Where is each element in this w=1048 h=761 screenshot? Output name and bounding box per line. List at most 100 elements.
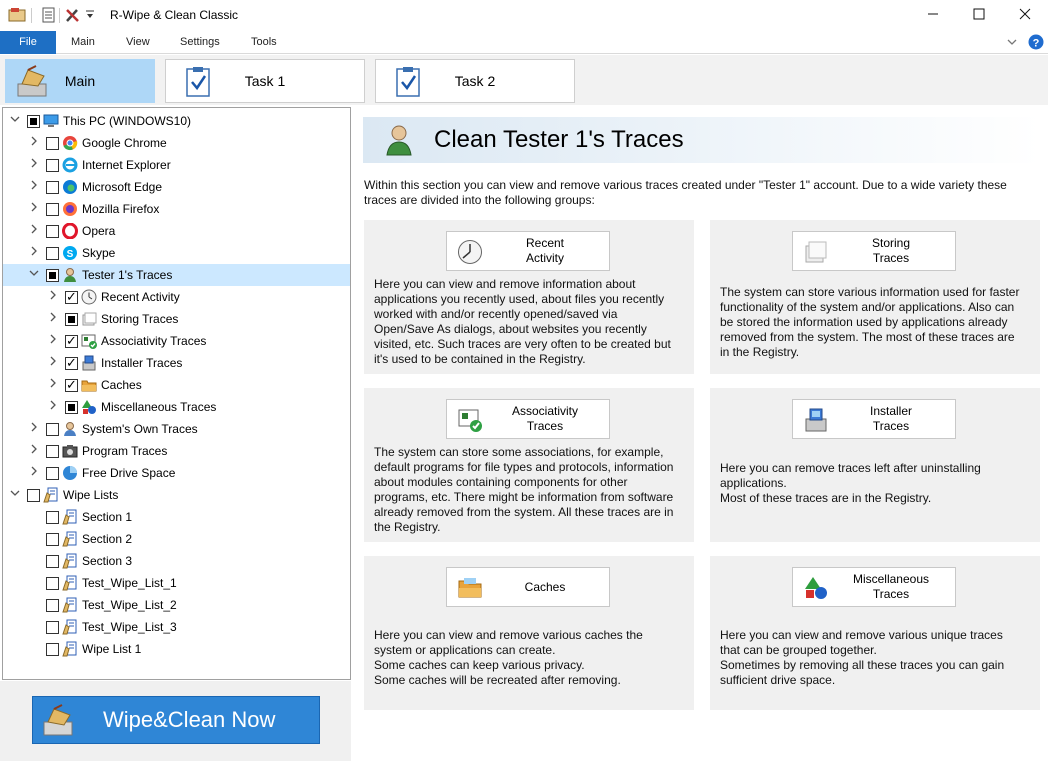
tree-item[interactable]: Wipe List 1 <box>3 638 350 660</box>
tree-checkbox[interactable] <box>46 555 59 568</box>
tree-collapse-chevron-icon[interactable] <box>9 488 21 502</box>
tree-checkbox[interactable] <box>46 643 59 656</box>
tree-checkbox[interactable] <box>46 247 59 260</box>
tree-expand-chevron-icon[interactable] <box>28 158 40 172</box>
tree-expand-chevron-icon[interactable] <box>28 136 40 150</box>
menu-file[interactable]: File <box>0 31 56 54</box>
tree-collapse-chevron-icon[interactable] <box>9 114 21 128</box>
tree-item[interactable]: Section 1 <box>3 506 350 528</box>
tree-checkbox[interactable] <box>46 577 59 590</box>
tree-item[interactable]: Section 3 <box>3 550 350 572</box>
user-icon <box>385 124 413 156</box>
tree-item[interactable]: Free Drive Space <box>3 462 350 484</box>
tree-item[interactable]: Opera <box>3 220 350 242</box>
tree-item[interactable]: Test_Wipe_List_2 <box>3 594 350 616</box>
tree-item[interactable]: Mozilla Firefox <box>3 198 350 220</box>
tree-item[interactable]: Google Chrome <box>3 132 350 154</box>
tree-expand-chevron-icon[interactable] <box>28 422 40 436</box>
menu-settings[interactable]: Settings <box>168 31 232 54</box>
close-button[interactable] <box>1002 0 1048 31</box>
tools-icon[interactable] <box>64 7 82 23</box>
maximize-button[interactable] <box>956 0 1002 31</box>
tree-collapse-chevron-icon[interactable] <box>28 268 40 282</box>
tree-checkbox[interactable] <box>46 423 59 436</box>
tree-expand-chevron-icon[interactable] <box>28 224 40 238</box>
tree-checkbox[interactable] <box>27 489 40 502</box>
tree-expand-chevron-icon[interactable] <box>47 378 59 392</box>
tree-item-label: Test_Wipe_List_1 <box>82 576 177 590</box>
associativity-traces-button[interactable]: Associativity Traces <box>446 399 610 439</box>
tree-checkbox[interactable] <box>65 377 78 393</box>
tree-item[interactable]: Wipe Lists <box>3 484 350 506</box>
dropdown-icon[interactable] <box>85 9 95 25</box>
tree-checkbox[interactable] <box>46 137 59 150</box>
tree-checkbox[interactable] <box>65 289 78 305</box>
tree-item[interactable]: Recent Activity <box>3 286 350 308</box>
tree-checkbox[interactable] <box>46 181 59 194</box>
tree-expand-chevron-icon[interactable] <box>28 444 40 458</box>
tree-expand-chevron-icon[interactable] <box>28 246 40 260</box>
tree-checkbox[interactable] <box>46 599 59 612</box>
tree-item[interactable]: Internet Explorer <box>3 154 350 176</box>
tree-item[interactable]: Miscellaneous Traces <box>3 396 350 418</box>
installer-traces-button[interactable]: Installer Traces <box>792 399 956 439</box>
tree-item[interactable]: Caches <box>3 374 350 396</box>
tree-checkbox[interactable] <box>65 355 78 371</box>
tree-checkbox[interactable] <box>46 511 59 524</box>
tree-item[interactable]: System's Own Traces <box>3 418 350 440</box>
tree-checkbox[interactable] <box>46 225 59 238</box>
miscellaneous-traces-button[interactable]: Miscellaneous Traces <box>792 567 956 607</box>
tree-item[interactable]: Installer Traces <box>3 352 350 374</box>
menu-view[interactable]: View <box>114 31 162 54</box>
tree-item[interactable]: This PC (WINDOWS10) <box>3 110 350 132</box>
storing-traces-button[interactable]: Storing Traces <box>792 231 956 271</box>
tree-checkbox[interactable] <box>65 313 78 326</box>
caches-button[interactable]: Caches <box>446 567 610 607</box>
tab-task-2[interactable]: Task 2 <box>375 59 575 103</box>
tree-checkbox[interactable] <box>65 401 78 414</box>
tree-expand-chevron-icon[interactable] <box>47 400 59 414</box>
tree-checkbox[interactable] <box>46 621 59 634</box>
tree-expand-chevron-icon[interactable] <box>47 312 59 326</box>
recent-activity-button[interactable]: Recent Activity <box>446 231 610 271</box>
tree-item[interactable]: Microsoft Edge <box>3 176 350 198</box>
tree-item-label: Mozilla Firefox <box>82 202 160 216</box>
tree-expand-chevron-icon[interactable] <box>47 290 59 304</box>
tree-item[interactable]: Test_Wipe_List_3 <box>3 616 350 638</box>
minimize-button[interactable] <box>910 0 956 31</box>
broom-icon <box>41 704 75 738</box>
tree-item[interactable]: Storing Traces <box>3 308 350 330</box>
tree-item[interactable]: Program Traces <box>3 440 350 462</box>
chevron-down-icon[interactable] <box>1006 35 1018 52</box>
wipe-clean-now-button[interactable]: Wipe&Clean Now <box>32 696 320 744</box>
tree-expand-chevron-icon[interactable] <box>28 180 40 194</box>
navigation-tree[interactable]: This PC (WINDOWS10) Google Chrome Internet… <box>2 107 351 680</box>
tree-item[interactable]: S Skype <box>3 242 350 264</box>
tree-expand-chevron-icon[interactable] <box>47 334 59 348</box>
tree-item[interactable]: Associativity Traces <box>3 330 350 352</box>
tree-expand-chevron-icon[interactable] <box>28 202 40 216</box>
card-button-label: Installer Traces <box>869 404 913 433</box>
properties-icon[interactable] <box>40 7 58 23</box>
tab-task-1[interactable]: Task 1 <box>165 59 365 103</box>
tree-checkbox[interactable] <box>46 533 59 546</box>
tree-item[interactable]: Test_Wipe_List_1 <box>3 572 350 594</box>
app-icon[interactable] <box>8 7 26 23</box>
tree-item[interactable]: Section 2 <box>3 528 350 550</box>
card-recent-activity: Recent Activity Here you can view and rem… <box>364 220 694 374</box>
user-system-icon <box>62 421 78 437</box>
menu-main[interactable]: Main <box>59 31 107 54</box>
tree-checkbox[interactable] <box>65 333 78 349</box>
help-icon[interactable]: ? <box>1028 34 1044 53</box>
menu-tools[interactable]: Tools <box>239 31 289 54</box>
tree-checkbox[interactable] <box>46 467 59 480</box>
tree-item[interactable]: Tester 1's Traces <box>3 264 350 286</box>
tree-expand-chevron-icon[interactable] <box>28 466 40 480</box>
tree-checkbox[interactable] <box>46 203 59 216</box>
tree-checkbox[interactable] <box>46 445 59 458</box>
tree-expand-chevron-icon[interactable] <box>47 356 59 370</box>
tree-checkbox[interactable] <box>46 159 59 172</box>
tab-main[interactable]: Main <box>5 59 155 103</box>
tree-checkbox[interactable] <box>46 269 59 282</box>
tree-checkbox[interactable] <box>27 115 40 128</box>
